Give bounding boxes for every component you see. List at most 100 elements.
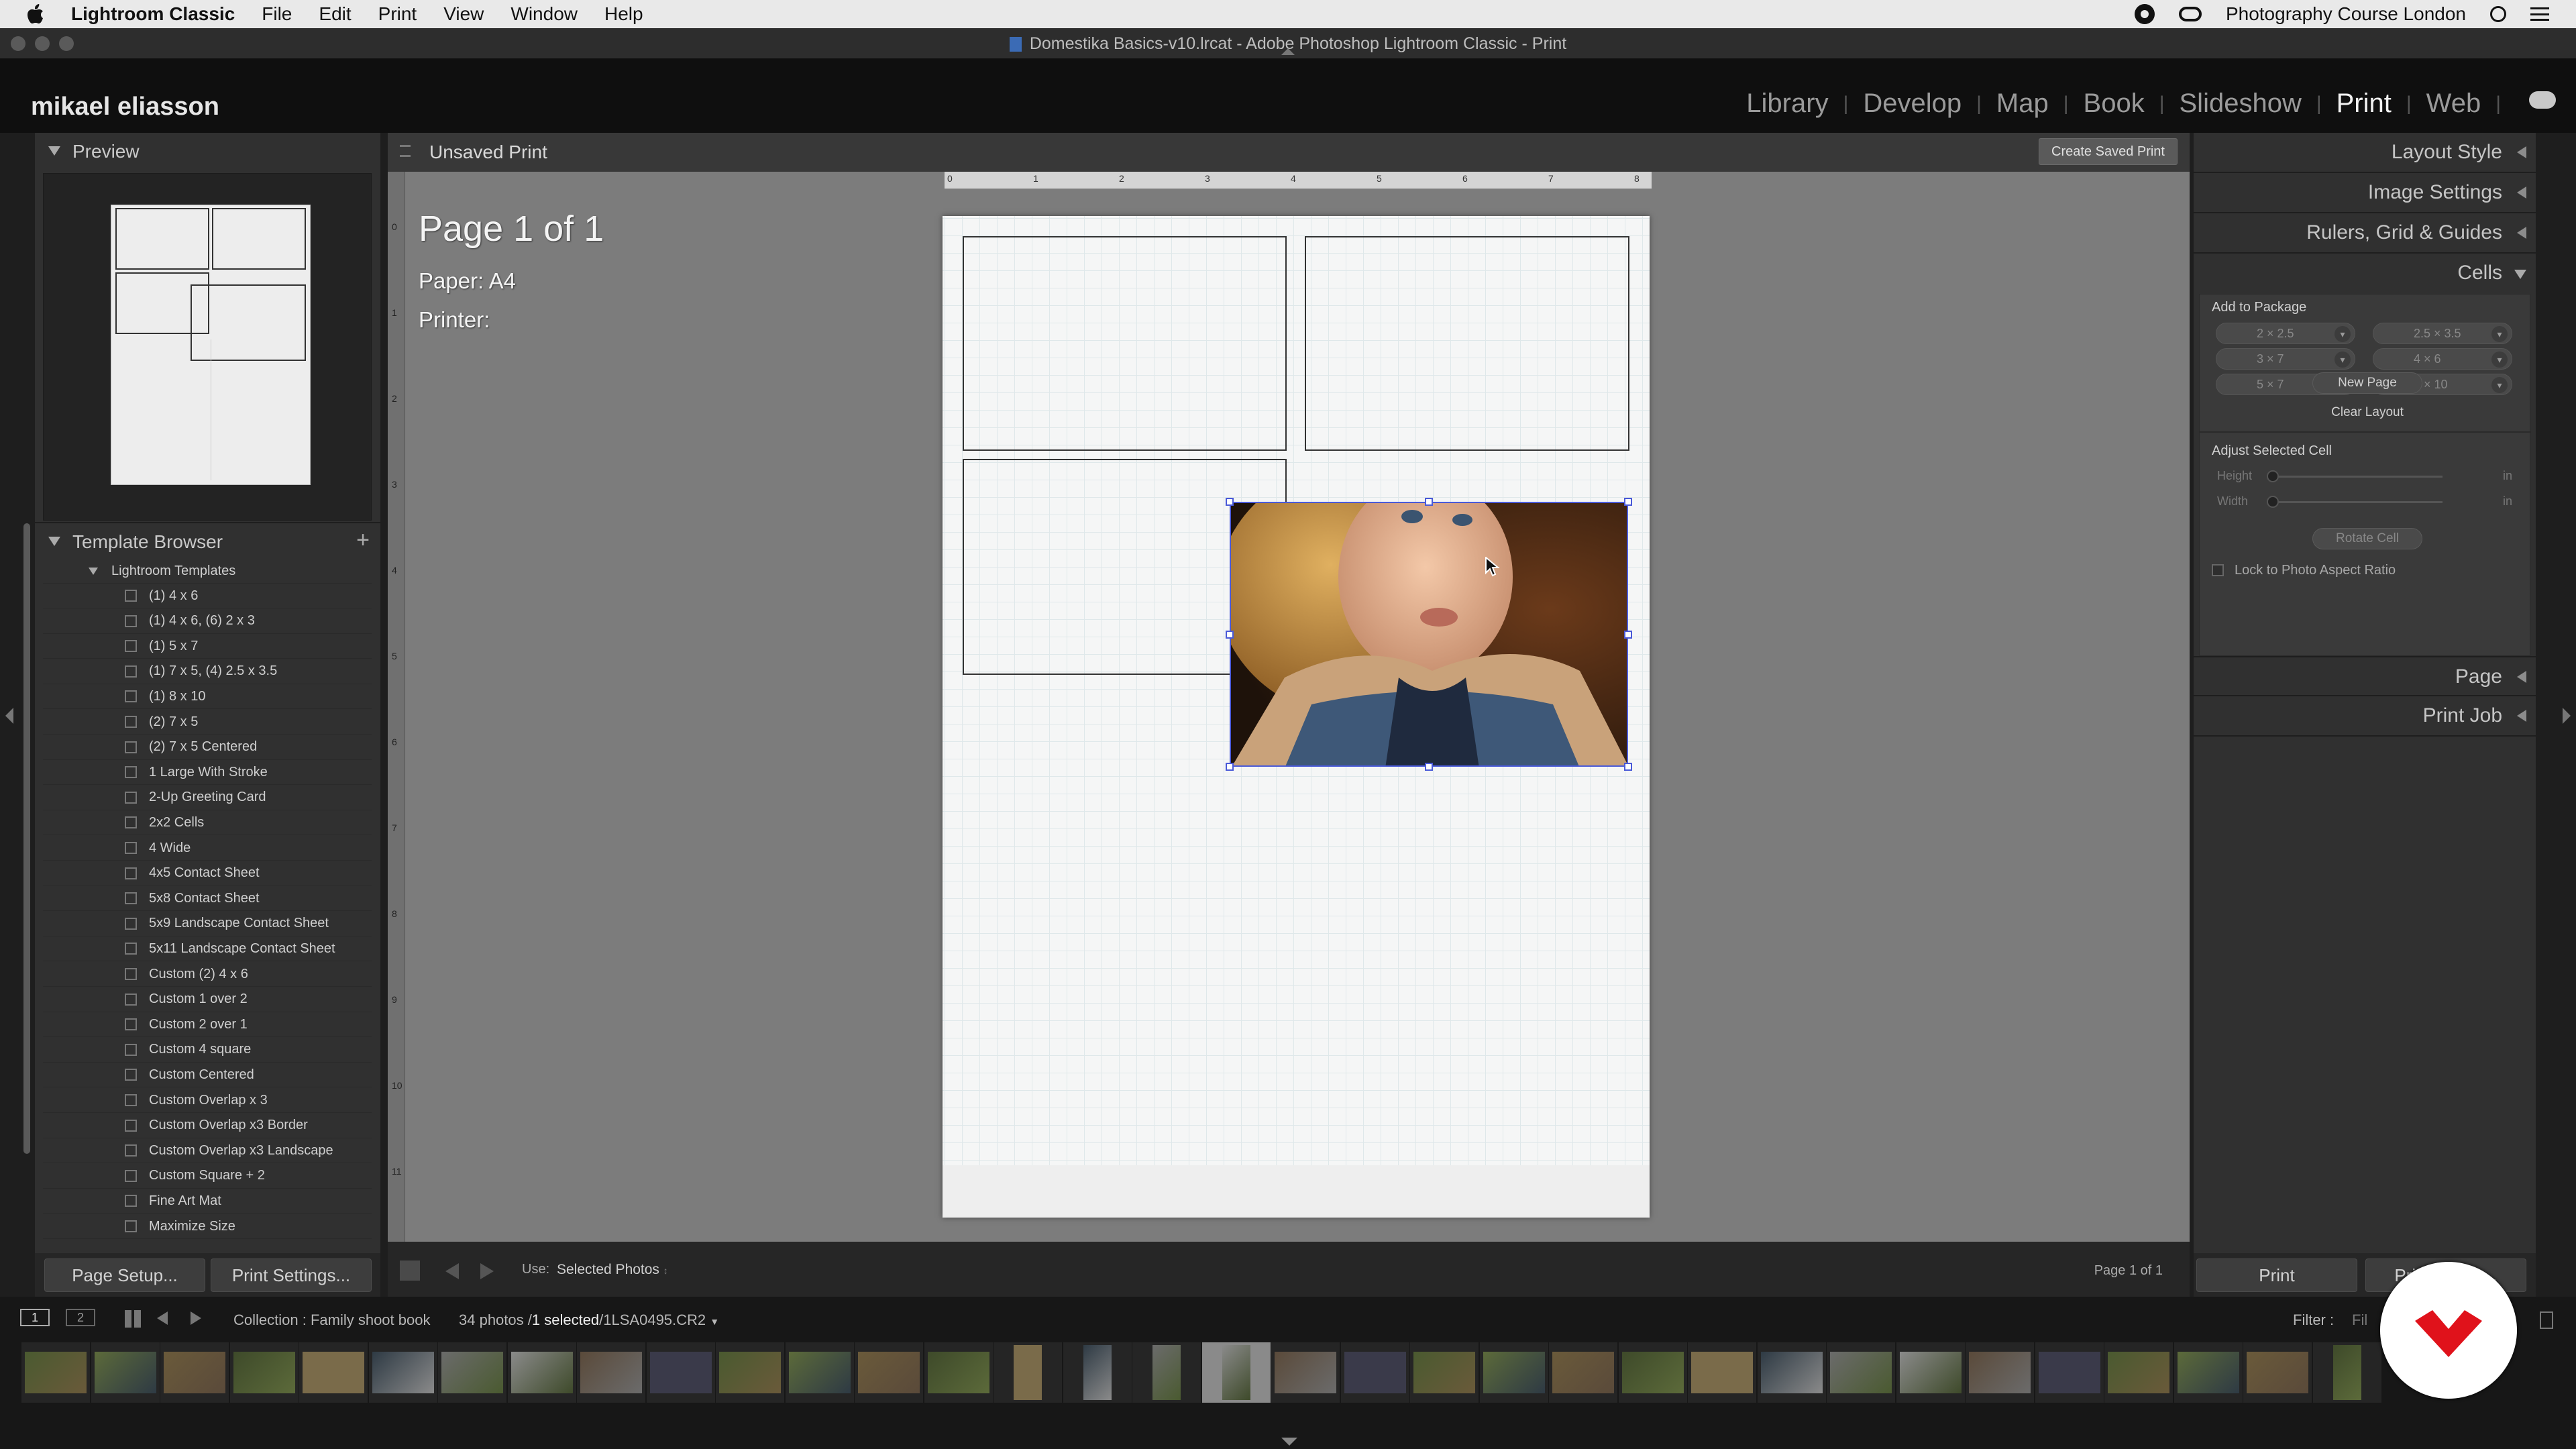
horizontal-ruler[interactable]: 0 1 2 3 4 5 6 7 8 bbox=[945, 172, 1652, 189]
template-item[interactable]: 4 Wide bbox=[43, 836, 372, 861]
section-print-job[interactable]: Print Job bbox=[2194, 696, 2536, 737]
filmstrip-thumbnail[interactable] bbox=[229, 1342, 299, 1403]
filmstrip-thumbnail[interactable] bbox=[1688, 1342, 1756, 1403]
template-item[interactable]: 5x8 Contact Sheet bbox=[43, 886, 372, 912]
folder-disclosure-icon[interactable] bbox=[89, 568, 98, 575]
filter-lock-icon[interactable] bbox=[2540, 1311, 2553, 1329]
package-size-button[interactable]: 2.5 × 3.5 ▾ bbox=[2373, 323, 2512, 344]
filmstrip-thumbnail[interactable] bbox=[91, 1342, 160, 1403]
next-page-icon[interactable] bbox=[480, 1263, 494, 1279]
screen-1-button[interactable]: 1 bbox=[20, 1309, 50, 1326]
filmstrip-thumbnail[interactable] bbox=[1618, 1342, 1687, 1403]
menu-print[interactable]: Print bbox=[378, 3, 417, 25]
filmstrip-thumbnail[interactable] bbox=[1410, 1342, 1479, 1403]
grid-view-icon[interactable] bbox=[125, 1310, 142, 1328]
template-item[interactable]: 5x9 Landscape Contact Sheet bbox=[43, 912, 372, 936]
print-settings-button[interactable]: Print Settings... bbox=[211, 1258, 372, 1292]
module-book[interactable]: Book bbox=[2084, 89, 2145, 119]
collection-source[interactable]: Collection : Family shoot book bbox=[233, 1311, 430, 1329]
template-folder[interactable]: Lightroom Templates bbox=[43, 559, 372, 584]
expand-icon[interactable] bbox=[2517, 671, 2526, 683]
preview-panel-header[interactable]: Preview bbox=[35, 133, 380, 168]
page-setup-button[interactable]: Page Setup... bbox=[44, 1258, 205, 1292]
chevron-down-icon[interactable]: ▾ bbox=[2491, 377, 2508, 393]
template-item[interactable]: 4x5 Contact Sheet bbox=[43, 861, 372, 886]
filmstrip-thumbnail[interactable] bbox=[994, 1342, 1062, 1403]
template-item[interactable]: Maximize Size bbox=[43, 1214, 372, 1239]
module-web[interactable]: Web bbox=[2426, 89, 2481, 119]
template-item[interactable]: (2) 7 x 5 bbox=[43, 710, 372, 735]
use-dropdown[interactable]: Selected Photos ↕ bbox=[557, 1262, 668, 1278]
width-slider-thumb[interactable] bbox=[2267, 496, 2279, 508]
section-page[interactable]: Page bbox=[2194, 656, 2536, 696]
package-size-button[interactable]: 3 × 7 ▾ bbox=[2216, 348, 2355, 370]
section-cells[interactable]: Cells bbox=[2194, 254, 2536, 294]
template-item[interactable]: (1) 5 x 7 bbox=[43, 634, 372, 659]
template-item[interactable]: Custom Overlap x3 Border bbox=[43, 1114, 372, 1138]
section-rulers-grid-guides[interactable]: Rulers, Grid & Guides bbox=[2194, 213, 2536, 254]
spotlight-search-icon[interactable] bbox=[2490, 6, 2506, 22]
filter-dropdown[interactable]: Fil bbox=[2352, 1311, 2367, 1329]
template-item[interactable]: Fine Art Mat bbox=[43, 1189, 372, 1214]
filmstrip-thumbnail[interactable] bbox=[1966, 1342, 2034, 1403]
template-item[interactable]: Custom Centered bbox=[43, 1063, 372, 1088]
menu-window[interactable]: Window bbox=[511, 3, 578, 25]
control-center-icon[interactable] bbox=[2530, 7, 2549, 21]
module-print[interactable]: Print bbox=[2337, 89, 2392, 119]
chevron-down-icon[interactable]: ▾ bbox=[2491, 326, 2508, 342]
template-item[interactable]: Custom Overlap x 3 bbox=[43, 1088, 372, 1113]
template-item[interactable]: Custom 1 over 2 bbox=[43, 987, 372, 1012]
lock-aspect-checkbox[interactable] bbox=[2212, 564, 2224, 576]
resize-handle[interactable] bbox=[1425, 763, 1433, 771]
filmstrip-thumbnail[interactable] bbox=[1896, 1342, 1965, 1403]
filmstrip-thumbnail[interactable] bbox=[1063, 1342, 1132, 1403]
filmstrip-thumbnail[interactable] bbox=[1827, 1342, 1895, 1403]
filmstrip-thumbnail[interactable] bbox=[438, 1342, 506, 1403]
apple-icon[interactable] bbox=[25, 4, 46, 24]
left-panel-toggle-icon[interactable] bbox=[5, 708, 13, 724]
filmstrip-thumbnail[interactable] bbox=[1757, 1342, 1826, 1403]
module-map[interactable]: Map bbox=[1996, 89, 2049, 119]
menu-help[interactable]: Help bbox=[604, 3, 643, 25]
width-slider[interactable] bbox=[2271, 501, 2443, 503]
print-cell[interactable] bbox=[963, 236, 1287, 451]
filmstrip-thumbnail[interactable] bbox=[855, 1342, 923, 1403]
record-icon[interactable] bbox=[2134, 4, 2155, 24]
stop-icon[interactable] bbox=[400, 1260, 420, 1281]
add-template-icon[interactable]: + bbox=[356, 527, 370, 553]
template-item[interactable]: (2) 7 x 5 Centered bbox=[43, 735, 372, 760]
expand-icon[interactable] bbox=[2517, 227, 2526, 239]
filmstrip-thumbnail[interactable] bbox=[2312, 1342, 2381, 1403]
menu-view[interactable]: View bbox=[443, 3, 484, 25]
section-image-settings[interactable]: Image Settings bbox=[2194, 173, 2536, 213]
menubar-user-label[interactable]: Photography Course London bbox=[2226, 3, 2466, 25]
chevron-down-icon[interactable]: ▾ bbox=[2334, 326, 2351, 342]
bottom-panel-toggle-icon[interactable] bbox=[1281, 1438, 1297, 1446]
template-item[interactable]: 2x2 Cells bbox=[43, 810, 372, 836]
top-panel-toggle-icon[interactable] bbox=[1281, 48, 1295, 55]
filmstrip-thumbnail[interactable] bbox=[1201, 1342, 1271, 1403]
expand-icon[interactable] bbox=[2517, 710, 2526, 722]
filmstrip-thumbnail[interactable] bbox=[21, 1342, 90, 1403]
filmstrip-thumbnail[interactable] bbox=[785, 1342, 854, 1403]
module-develop[interactable]: Develop bbox=[1863, 89, 1962, 119]
back-arrow-icon[interactable] bbox=[157, 1311, 168, 1325]
right-panel-toggle-icon[interactable] bbox=[2563, 708, 2571, 724]
filmstrip-thumbnail[interactable] bbox=[716, 1342, 784, 1403]
filmstrip-thumbnail[interactable] bbox=[1479, 1342, 1548, 1403]
print-button[interactable]: Print bbox=[2196, 1258, 2357, 1292]
print-cell[interactable] bbox=[1305, 236, 1629, 451]
collapse-icon[interactable] bbox=[48, 146, 60, 156]
template-item[interactable]: 2-Up Greeting Card bbox=[43, 786, 372, 810]
filmstrip-thumbnail[interactable] bbox=[299, 1342, 368, 1403]
module-slideshow[interactable]: Slideshow bbox=[2180, 89, 2302, 119]
template-item[interactable]: 5x11 Landscape Contact Sheet bbox=[43, 936, 372, 962]
package-size-button[interactable]: 2 × 2.5 ▾ bbox=[2216, 323, 2355, 344]
create-saved-print-button[interactable]: Create Saved Print bbox=[2039, 138, 2178, 165]
filmstrip-thumbnail[interactable] bbox=[924, 1342, 993, 1403]
resize-handle[interactable] bbox=[1425, 498, 1433, 506]
height-slider[interactable] bbox=[2271, 476, 2443, 478]
menu-app-name[interactable]: Lightroom Classic bbox=[71, 3, 235, 25]
chevron-down-icon[interactable]: ▾ bbox=[2334, 352, 2351, 368]
filmstrip-thumbnail[interactable] bbox=[1132, 1342, 1201, 1403]
